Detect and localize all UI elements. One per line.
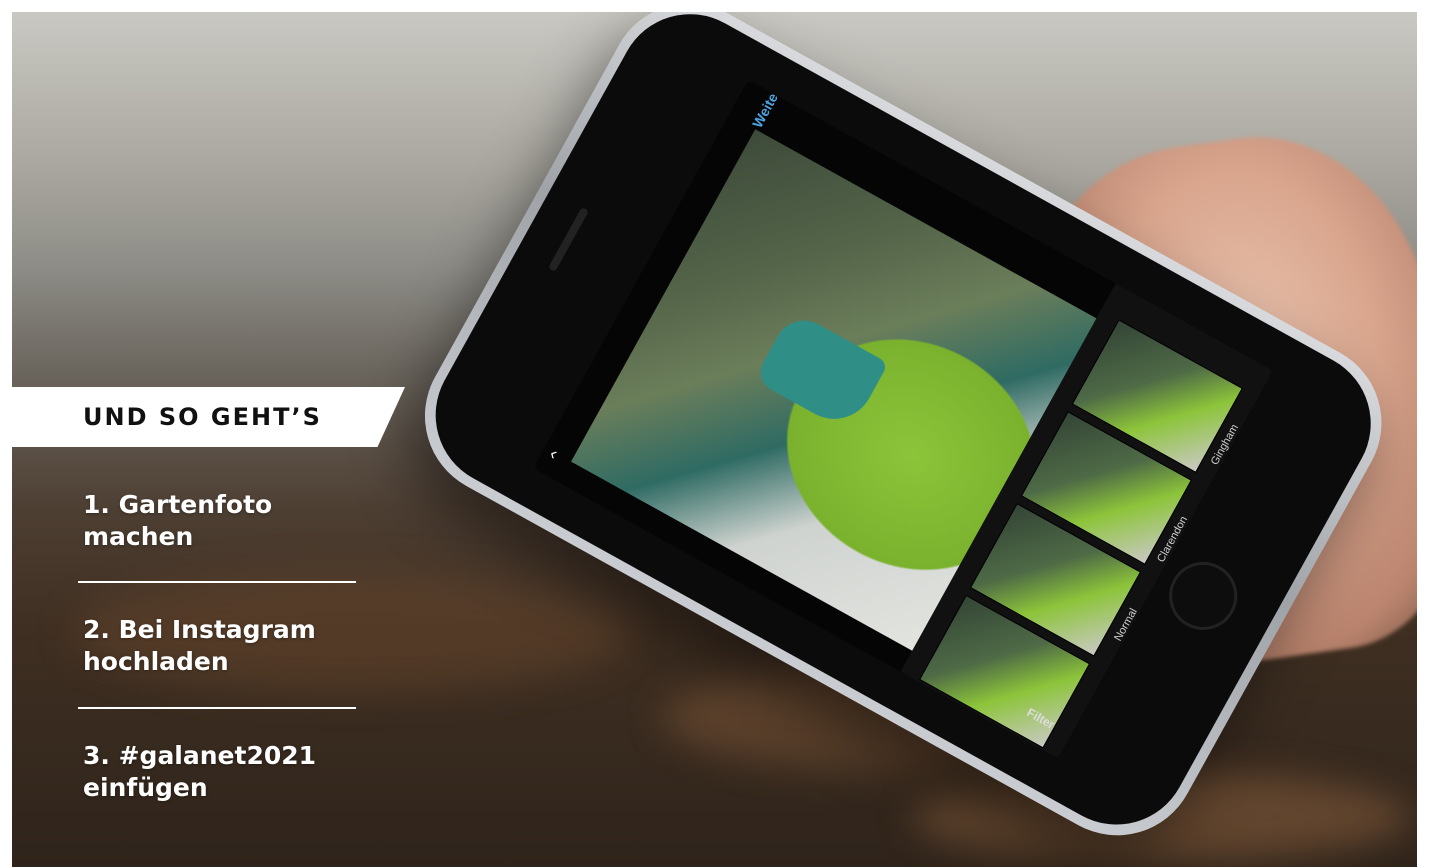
- step-2-line1: 2. Bei Instagram: [83, 615, 316, 644]
- step-3: 3. #galanet2021 einfügen: [83, 740, 316, 804]
- speaker-grille: [547, 206, 589, 273]
- step-1-line1: 1. Gartenfoto: [83, 490, 273, 519]
- divider: [78, 707, 356, 709]
- pool: [753, 309, 889, 434]
- step-2: 2. Bei Instagram hochladen: [83, 614, 316, 678]
- banner-title: UND SO GEHT’S: [83, 403, 322, 431]
- step-2-line2: hochladen: [83, 647, 229, 676]
- back-chevron-icon[interactable]: ‹: [546, 443, 561, 464]
- home-button[interactable]: [1156, 549, 1250, 643]
- step-3-line2: einfügen: [83, 773, 208, 802]
- divider: [78, 581, 356, 583]
- step-1: 1. Gartenfoto machen: [83, 489, 272, 553]
- step-3-line1: 3. #galanet2021: [83, 741, 317, 770]
- next-button[interactable]: Weiter: [749, 85, 784, 130]
- step-1-line2: machen: [83, 522, 194, 551]
